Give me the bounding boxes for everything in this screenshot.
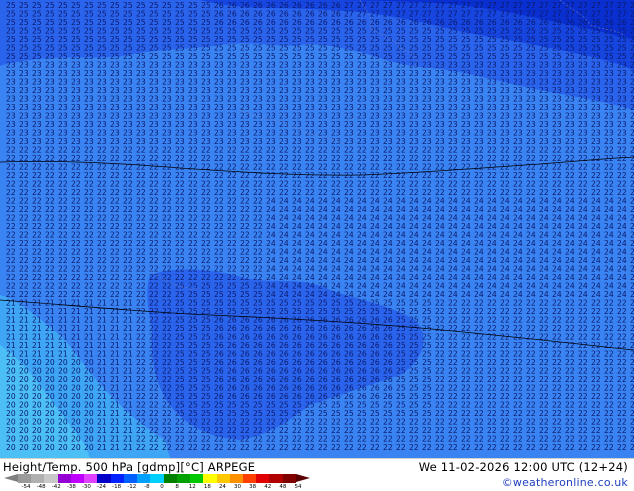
- field-value-label: 22: [383, 443, 393, 452]
- field-value-label: 22: [318, 443, 328, 452]
- field-value-label: 22: [240, 443, 250, 452]
- legend-swatch: [123, 474, 138, 483]
- field-value-label: 22: [279, 443, 289, 452]
- field-value-label: 22: [422, 443, 432, 452]
- legend-swatch: [269, 474, 283, 483]
- valid-datetime: We 11-02-2026 12:00 UTC (12+24): [418, 460, 628, 474]
- field-value-label: 22: [500, 443, 510, 452]
- color-legend: [18, 474, 296, 483]
- field-value-label: 22: [604, 443, 614, 452]
- field-value-label: 22: [188, 443, 198, 452]
- field-value-label: 22: [617, 443, 627, 452]
- field-value-label: 22: [591, 443, 601, 452]
- map-title: Height/Temp. 500 hPa [gdmp][°C] ARPEGE: [3, 460, 256, 474]
- legend-swatch: [70, 474, 85, 483]
- legend-swatch: [163, 474, 177, 483]
- field-value-label: 22: [344, 443, 354, 452]
- legend-swatch: [110, 474, 124, 483]
- field-value-label: 21: [123, 443, 133, 452]
- legend-swatch: [44, 474, 58, 483]
- field-value-label: 20: [6, 443, 16, 452]
- field-value-label: 22: [513, 443, 523, 452]
- legend-swatch: [216, 474, 230, 483]
- legend-swatch: [242, 474, 257, 483]
- field-value-label: 22: [552, 443, 562, 452]
- field-value-label: 20: [84, 443, 94, 452]
- field-value-label: 22: [370, 443, 380, 452]
- field-value-label: 20: [58, 443, 68, 452]
- legend-swatch: [97, 474, 111, 483]
- field-value-label: 22: [331, 443, 341, 452]
- field-value-label: 22: [357, 443, 367, 452]
- field-value-label: 22: [539, 443, 549, 452]
- field-value-label: 22: [149, 443, 159, 452]
- field-value-label: 22: [526, 443, 536, 452]
- temperature-map[interactable]: 25 25 25 25 25 25 25 25 25 25 25 25 25 25 25 25 26 26 26 26…: [0, 0, 634, 458]
- field-value-label: 22: [578, 443, 588, 452]
- field-value-label: 22: [435, 443, 445, 452]
- field-value-label: 20: [19, 443, 29, 452]
- site-credit[interactable]: ©weatheronline.co.uk: [502, 476, 628, 489]
- field-value-label: 22: [474, 443, 484, 452]
- value-label-layer: 25 25 25 25 25 25 25 25 25 25 25 25 25 25 25 25 26 26 26 26…: [6, 1, 634, 452]
- map-footer: Height/Temp. 500 hPa [gdmp][°C] ARPEGE W…: [0, 458, 634, 491]
- field-value-label: 22: [253, 443, 263, 452]
- field-value-label: 22: [292, 443, 302, 452]
- field-value-label: 22: [461, 443, 471, 452]
- field-value-label: 22: [487, 443, 497, 452]
- field-value-label: 22: [136, 443, 146, 452]
- legend-swatch: [31, 474, 45, 483]
- legend-swatch: [150, 474, 164, 483]
- legend-swatch: [18, 474, 32, 483]
- legend-swatch: [256, 474, 270, 483]
- field-value-label: 20: [71, 443, 81, 452]
- field-value-label: 21: [110, 443, 120, 452]
- legend-swatch: [282, 474, 296, 483]
- field-value-label: 22: [305, 443, 315, 452]
- legend-swatch: [84, 474, 98, 483]
- field-value-label: 22: [630, 443, 634, 452]
- legend-swatch: [190, 474, 204, 483]
- field-value-label: 22: [396, 443, 406, 452]
- field-value-label: 22: [409, 443, 419, 452]
- field-value-label: 22: [565, 443, 575, 452]
- legend-swatch: [137, 474, 151, 483]
- field-value-label: 22: [227, 443, 237, 452]
- legend-arrow-right: [296, 474, 310, 482]
- field-value-label: 22: [448, 443, 458, 452]
- field-value-label: 22: [214, 443, 224, 452]
- legend-swatch: [176, 474, 191, 483]
- legend-swatch: [229, 474, 243, 483]
- legend-arrow-left: [4, 474, 18, 482]
- legend-swatch: [57, 474, 71, 483]
- field-value-label: 20: [32, 443, 42, 452]
- field-value-label: 22: [266, 443, 276, 452]
- field-value-label: 20: [45, 443, 55, 452]
- field-value-label: 22: [162, 443, 172, 452]
- legend-swatch: [203, 474, 217, 483]
- map-canvas: 25 25 25 25 25 25 25 25 25 25 25 25 25 25 25 25 26 26 26 26…: [0, 0, 634, 458]
- field-value-label: 21: [97, 443, 107, 452]
- field-value-label: 22: [175, 443, 185, 452]
- field-value-label: 22: [201, 443, 211, 452]
